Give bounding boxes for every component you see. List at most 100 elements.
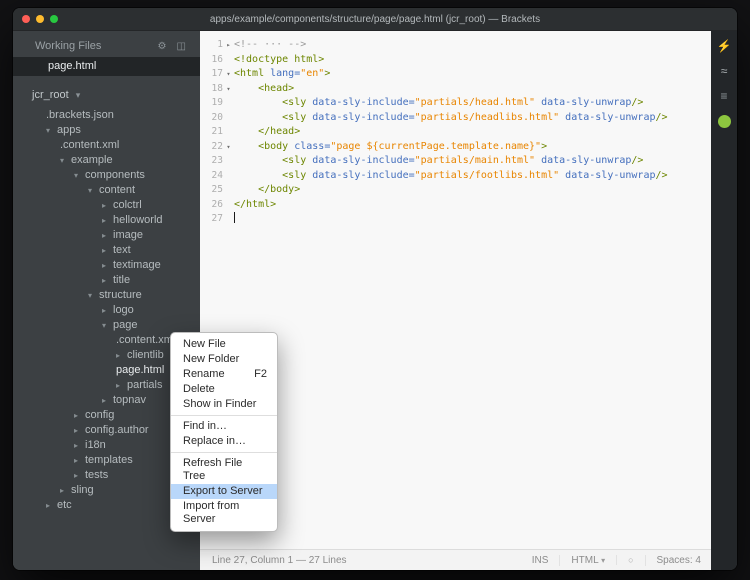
- tree-item-apps[interactable]: ▾apps: [13, 123, 200, 138]
- line-gutter: 20: [200, 111, 234, 126]
- caret-right-icon[interactable]: ▸: [102, 258, 113, 273]
- code-line[interactable]: 20 <sly data-sly-include="partials/headl…: [200, 111, 711, 126]
- menu-item-new-folder[interactable]: New Folder: [171, 352, 277, 367]
- code-line[interactable]: 23 <sly data-sly-include="partials/main.…: [200, 154, 711, 169]
- caret-right-icon[interactable]: ▸: [102, 393, 113, 408]
- fold-caret-icon[interactable]: ▾: [223, 140, 234, 155]
- caret-right-icon[interactable]: ▸: [102, 228, 113, 243]
- tree-item-example[interactable]: ▾example: [13, 153, 200, 168]
- working-files-actions: ⚙ ◫: [151, 40, 186, 52]
- caret-right-icon[interactable]: ▸: [116, 348, 127, 363]
- caret-down-icon[interactable]: ▾: [60, 153, 71, 168]
- cursor-position[interactable]: Line 27, Column 1 — 27 Lines: [212, 555, 347, 566]
- menu-item-rename[interactable]: RenameF2: [171, 367, 277, 382]
- code-line[interactable]: 21 </head>: [200, 125, 711, 140]
- caret-down-icon[interactable]: ▾: [102, 318, 113, 333]
- code-line[interactable]: 24 <sly data-sly-include="partials/footl…: [200, 169, 711, 184]
- line-number: 16: [212, 53, 223, 68]
- code-line[interactable]: 27: [200, 212, 711, 227]
- menu-item-new-file[interactable]: New File: [171, 337, 277, 352]
- tree-item-content[interactable]: ▾content: [13, 183, 200, 198]
- code-line[interactable]: 19 <sly data-sly-include="partials/head.…: [200, 96, 711, 111]
- menu-item-import-from-server[interactable]: Import from Server: [171, 499, 277, 527]
- live-preview-icon[interactable]: ⚡: [717, 40, 732, 52]
- menu-item-find-in[interactable]: Find in…: [171, 419, 277, 434]
- zoom-button[interactable]: [50, 15, 58, 23]
- tree-item-page[interactable]: ▾page: [13, 318, 200, 333]
- caret-right-icon[interactable]: ▸: [74, 453, 85, 468]
- code-line[interactable]: 17▾<html lang="en">: [200, 67, 711, 82]
- working-file-item[interactable]: page.html: [13, 57, 200, 76]
- caret-down-icon[interactable]: ▾: [88, 183, 99, 198]
- tree-item-textimage[interactable]: ▸textimage: [13, 258, 200, 273]
- menu-item-show-in-finder[interactable]: Show in Finder: [171, 397, 277, 412]
- working-files-label: Working Files: [35, 40, 101, 52]
- code-line[interactable]: 22▾ <body class="page ${currentPage.temp…: [200, 140, 711, 155]
- code-text: <sly data-sly-include="partials/main.htm…: [234, 154, 643, 169]
- close-button[interactable]: [22, 15, 30, 23]
- code-line[interactable]: 25 </body>: [200, 183, 711, 198]
- tree-item-title[interactable]: ▸title: [13, 273, 200, 288]
- caret-right-icon[interactable]: ▸: [102, 243, 113, 258]
- tree-item-label: textimage: [113, 258, 161, 273]
- fold-caret-icon[interactable]: ▸: [223, 38, 234, 53]
- code-line[interactable]: 1▸<!-- ··· -->: [200, 38, 711, 53]
- split-view-icon[interactable]: ◫: [177, 41, 186, 52]
- tree-item-structure[interactable]: ▾structure: [13, 288, 200, 303]
- tree-item-content-xml[interactable]: .content.xml: [13, 138, 200, 153]
- tree-item-brackets-json[interactable]: .brackets.json: [13, 108, 200, 123]
- language-selector[interactable]: HTML ▾: [559, 555, 605, 566]
- tree-item-components[interactable]: ▾components: [13, 168, 200, 183]
- fold-caret-icon[interactable]: ▾: [223, 67, 234, 82]
- tree-item-label: components: [85, 168, 145, 183]
- insert-mode-indicator[interactable]: INS: [521, 555, 549, 566]
- language-label: HTML: [571, 555, 598, 566]
- spaces-setting[interactable]: Spaces: 4: [645, 555, 701, 566]
- minimize-button[interactable]: [36, 15, 44, 23]
- caret-right-icon[interactable]: ▸: [102, 303, 113, 318]
- caret-down-icon[interactable]: ▾: [88, 288, 99, 303]
- tree-item-label: title: [113, 273, 130, 288]
- text-cursor: [234, 212, 235, 223]
- project-root-selector[interactable]: jcr_root ▾: [13, 76, 200, 108]
- caret-right-icon[interactable]: ▸: [74, 423, 85, 438]
- tree-item-image[interactable]: ▸image: [13, 228, 200, 243]
- tree-item-logo[interactable]: ▸logo: [13, 303, 200, 318]
- lint-status-icon[interactable]: ○: [616, 555, 633, 565]
- code-line[interactable]: 26</html>: [200, 198, 711, 213]
- caret-right-icon[interactable]: ▸: [102, 273, 113, 288]
- code-line[interactable]: 18▾ <head>: [200, 82, 711, 97]
- gear-icon[interactable]: ⚙: [158, 41, 167, 52]
- menu-item-delete[interactable]: Delete: [171, 382, 277, 397]
- tree-item-helloworld[interactable]: ▸helloworld: [13, 213, 200, 228]
- caret-right-icon[interactable]: ▸: [60, 483, 71, 498]
- line-gutter: 23: [200, 154, 234, 169]
- menu-item-replace-in[interactable]: Replace in…: [171, 434, 277, 449]
- extension-sync-icon[interactable]: [718, 115, 731, 128]
- caret-right-icon[interactable]: ▸: [102, 198, 113, 213]
- caret-right-icon[interactable]: ▸: [74, 468, 85, 483]
- caret-down-icon[interactable]: ▾: [74, 168, 85, 183]
- caret-down-icon[interactable]: ▾: [46, 123, 57, 138]
- menu-item-export-to-server[interactable]: Export to Server: [171, 484, 277, 499]
- tree-item-text[interactable]: ▸text: [13, 243, 200, 258]
- caret-right-icon[interactable]: ▸: [116, 378, 127, 393]
- code-line[interactable]: 16<!doctype html>: [200, 53, 711, 68]
- code-token: data-sly-unwrap: [541, 155, 631, 166]
- fold-caret-icon[interactable]: ▾: [223, 82, 234, 97]
- tree-item-label: apps: [57, 123, 81, 138]
- code-token: "partials/headlibs.html": [415, 112, 560, 123]
- caret-right-icon[interactable]: ▸: [74, 438, 85, 453]
- traffic-lights: [22, 8, 58, 30]
- extension-layers-icon[interactable]: ≡: [720, 90, 727, 102]
- code-token: </body>: [234, 184, 300, 195]
- code-text: <body class="page ${currentPage.template…: [234, 140, 547, 155]
- caret-right-icon[interactable]: ▸: [102, 213, 113, 228]
- caret-right-icon[interactable]: ▸: [74, 408, 85, 423]
- menu-divider: [171, 415, 277, 416]
- menu-item-refresh-file-tree[interactable]: Refresh File Tree: [171, 456, 277, 484]
- extension-pulse-icon[interactable]: ≈: [721, 65, 728, 77]
- caret-right-icon[interactable]: ▸: [46, 498, 57, 513]
- tree-item-colctrl[interactable]: ▸colctrl: [13, 198, 200, 213]
- tree-item-label: structure: [99, 288, 142, 303]
